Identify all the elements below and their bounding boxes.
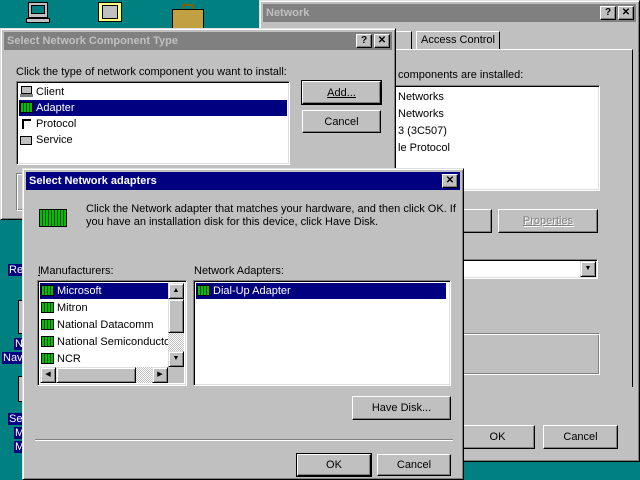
adapters-titlebar: Select Network adapters ✕ [26,172,460,190]
list-item-manufacturer[interactable]: Microsoft [40,283,170,299]
list-item-manufacturer[interactable]: NCR [40,351,84,367]
component-type-prompt: Click the type of network component you … [16,66,287,78]
list-item[interactable]: 3 (3C507) [398,125,447,137]
close-button[interactable]: ✕ [374,34,390,48]
ok-button[interactable]: OK [296,453,372,477]
divider [35,439,453,441]
adapter-icon [41,336,54,348]
cancel-button[interactable]: Cancel [302,110,381,133]
service-icon [20,134,33,146]
scroll-thumb[interactable] [168,299,184,333]
scroll-down-icon[interactable]: ▼ [168,351,184,367]
adapter-icon [41,319,54,331]
list-item[interactable]: Networks [398,91,444,103]
scroll-thumb[interactable] [56,367,136,383]
help-button[interactable]: ? [356,34,372,48]
list-item-adapter[interactable]: Dial-Up Adapter [196,283,446,299]
list-item-adapter[interactable]: Adapter [19,100,287,116]
installed-label: components are installed: [398,69,524,81]
list-item[interactable]: le Protocol [398,142,450,154]
cancel-button[interactable]: Cancel [377,454,451,476]
properties-button[interactable]: Properties [498,209,598,233]
add-button[interactable]: Add... [301,80,382,105]
briefcase-icon[interactable] [172,4,204,30]
close-button[interactable]: ✕ [618,6,634,20]
list-item-service[interactable]: Service [19,132,76,148]
manufacturers-label: MManufacturers: [38,265,114,277]
close-button[interactable]: ✕ [442,174,458,188]
adapter-icon [41,302,54,314]
select-network-adapters-dialog: Select Network adapters ✕ Click the Netw… [22,168,464,480]
protocol-icon [20,118,33,130]
scroll-up-icon[interactable]: ▲ [168,283,184,299]
network-neighborhood-icon[interactable] [96,2,124,26]
list-item[interactable]: Networks [398,108,444,120]
chevron-down-icon[interactable]: ▼ [580,261,596,277]
network-title: Network [266,7,310,19]
dialog-title: Select Network adapters [29,175,157,187]
adapter-icon [197,285,210,297]
component-type-list[interactable]: Client Adapter Protocol Service [16,81,290,165]
desktop-label: Nav [2,352,24,364]
list-item-manufacturer[interactable]: National Semiconductor [40,334,170,350]
adapter-icon [41,353,54,365]
network-titlebar: Network ? ✕ [263,4,636,22]
list-item-protocol[interactable]: Protocol [19,116,79,132]
manufacturers-list[interactable]: Microsoft Mitron National Datacomm Natio… [37,280,187,386]
dialog-title: Select Network Component Type [7,35,178,47]
have-disk-button[interactable]: Have Disk... [352,396,451,420]
adapter-icon [41,285,54,297]
adapters-instructions: Click the Network adapter that matches y… [86,203,456,228]
ok-button[interactable]: OK [460,425,535,449]
horizontal-scrollbar[interactable]: ◀ ▶ [40,367,168,383]
description-group [460,333,600,375]
vertical-scrollbar[interactable]: ▲ ▼ [168,283,184,367]
list-item-manufacturer[interactable]: National Datacomm [40,317,157,333]
scroll-right-icon[interactable]: ▶ [152,367,168,383]
cancel-button[interactable]: Cancel [543,425,618,449]
network-adapters-list[interactable]: Dial-Up Adapter [193,280,451,386]
component-type-titlebar: Select Network Component Type ? ✕ [4,32,392,50]
network-adapter-icon [37,207,69,231]
scroll-left-icon[interactable]: ◀ [40,367,56,383]
my-computer-icon[interactable] [26,2,52,24]
help-button[interactable]: ? [600,6,616,20]
list-item-manufacturer[interactable]: Mitron [40,300,91,316]
adapter-icon [20,102,33,114]
tab-access-control[interactable]: Access Control [416,31,500,49]
primary-logon-select[interactable]: ▼ [460,259,598,279]
network-adapters-label: Network Adapters: [194,265,284,277]
list-item-client[interactable]: Client [19,84,67,100]
scrollbar-corner [168,367,184,383]
client-icon [20,86,33,98]
